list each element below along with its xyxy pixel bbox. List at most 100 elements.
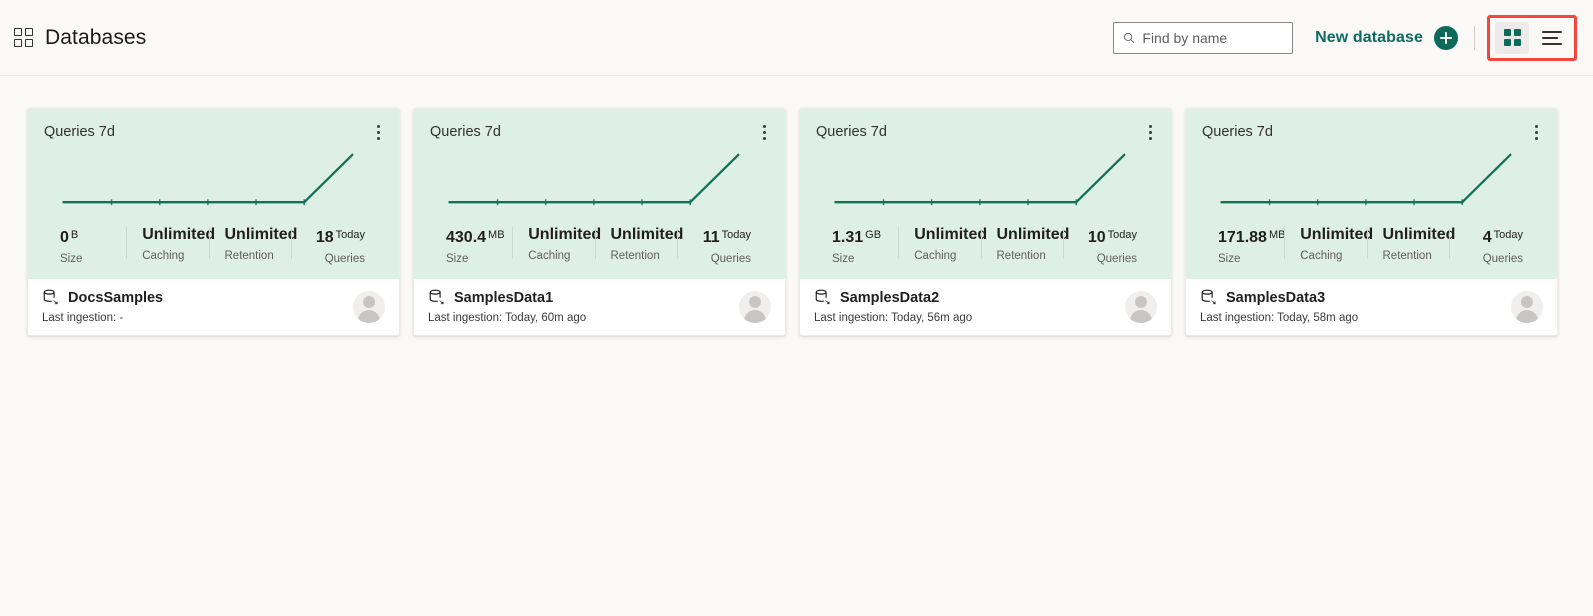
stat-value: 430.4 MB — [446, 229, 505, 246]
stat-caching: Unlimited Caching — [1284, 224, 1374, 265]
stat-value: Unlimited — [914, 226, 988, 243]
card-chart-section: Queries 7d 430.4 MB Size Unlimited Caching Un… — [414, 109, 785, 279]
database-card-grid: Queries 7d 0 B Size Unlimited Caching Unlimit… — [0, 76, 1593, 336]
toolbar-divider — [1474, 25, 1475, 50]
stat-retention: Unlimited Retention — [208, 224, 298, 265]
sparkline-svg — [1220, 153, 1512, 206]
stat-value: Unlimited — [1300, 226, 1374, 243]
card-chart-title: Queries 7d — [44, 124, 115, 140]
database-name: DocsSamples — [68, 290, 164, 306]
grid-view-button[interactable] — [1495, 21, 1529, 54]
stat-caching: Unlimited Caching — [512, 224, 602, 265]
last-ingestion-text: Last ingestion: - — [42, 312, 124, 324]
stat-label: Queries — [1482, 253, 1523, 265]
stat-value: Unlimited — [224, 226, 298, 243]
database-card[interactable]: Queries 7d 171.88 MB Size Unlimited Caching U… — [1185, 108, 1558, 336]
card-chart-title: Queries 7d — [430, 124, 501, 140]
stat-unit: MB — [1268, 229, 1286, 241]
database-meta: DocsSamples Last ingestion: - — [42, 289, 353, 324]
avatar — [1125, 290, 1157, 323]
stat-unit: Today — [1493, 229, 1523, 241]
avatar — [353, 290, 385, 323]
database-meta: SamplesData3 Last ingestion: Today, 58m … — [1200, 289, 1511, 324]
stat-label: Queries — [710, 253, 751, 265]
stat-unit: GB — [865, 229, 882, 241]
sparkline-svg — [448, 153, 740, 206]
kebab-menu-icon[interactable] — [753, 119, 775, 145]
last-ingestion-text: Last ingestion: Today, 56m ago — [814, 312, 973, 324]
list-view-button[interactable] — [1535, 22, 1569, 54]
stat-unit: Today — [721, 229, 751, 241]
stat-queries: 4 Today Queries — [1448, 224, 1541, 265]
last-ingestion-text: Last ingestion: Today, 60m ago — [428, 312, 587, 324]
grid-icon — [14, 28, 33, 47]
stat-value: 11 Today — [702, 229, 751, 246]
stat-queries: 11 Today Queries — [676, 224, 769, 265]
stat-label: Caching — [914, 250, 957, 262]
stat-value: 171.88 MB — [1218, 229, 1286, 246]
kebab-menu-icon[interactable] — [367, 119, 389, 145]
card-chart-title: Queries 7d — [1202, 124, 1273, 140]
stat-label: Queries — [1096, 253, 1137, 265]
stat-value: Unlimited — [996, 226, 1070, 243]
new-database-label: New database — [1315, 28, 1423, 46]
card-footer: SamplesData3 Last ingestion: Today, 58m … — [1186, 279, 1557, 335]
database-icon — [43, 289, 58, 305]
database-name: SamplesData3 — [1226, 290, 1326, 306]
stat-unit: MB — [488, 229, 505, 241]
database-card[interactable]: Queries 7d 430.4 MB Size Unlimited Caching Un… — [413, 108, 786, 336]
stat-label: Size — [446, 253, 469, 265]
stat-label: Retention — [224, 250, 274, 262]
card-footer: SamplesData2 Last ingestion: Today, 56m … — [800, 279, 1171, 335]
stat-label: Retention — [996, 250, 1046, 262]
stat-caching: Unlimited Caching — [898, 224, 988, 265]
stat-size: 0 B Size — [44, 224, 126, 265]
search-box[interactable] — [1113, 21, 1294, 54]
queries-sparkline — [44, 140, 383, 218]
database-meta: SamplesData2 Last ingestion: Today, 56m … — [814, 289, 1125, 324]
database-meta: SamplesData1 Last ingestion: Today, 60m … — [428, 289, 739, 324]
plus-circle-icon — [1434, 25, 1458, 50]
kebab-menu-icon[interactable] — [1525, 119, 1547, 145]
stat-retention: Unlimited Retention — [980, 224, 1070, 265]
search-icon — [1124, 32, 1135, 43]
avatar — [1511, 290, 1543, 323]
card-stats-row: 0 B Size Unlimited Caching Unlimited Retention… — [44, 218, 383, 279]
card-stats-row: 1.31 GB Size Unlimited Caching Unlimited Reten… — [816, 218, 1155, 279]
database-name-row: DocsSamples — [42, 289, 353, 307]
stat-value: 18 Today — [315, 229, 365, 246]
database-name-row: SamplesData3 — [1200, 289, 1511, 307]
stat-value: Unlimited — [1382, 226, 1456, 243]
stat-label: Caching — [142, 250, 185, 262]
stat-retention: Unlimited Retention — [594, 224, 683, 265]
stat-unit: B — [70, 229, 79, 241]
top-toolbar: Databases New database — [0, 0, 1593, 76]
card-chart-section: Queries 7d 171.88 MB Size Unlimited Caching U… — [1186, 109, 1557, 279]
card-chart-section: Queries 7d 1.31 GB Size Unlimited Caching Unl… — [800, 109, 1171, 279]
new-database-button[interactable]: New database — [1315, 25, 1458, 50]
queries-sparkline — [430, 140, 769, 218]
page-title: Databases — [45, 25, 147, 49]
stat-unit: Today — [1107, 229, 1137, 241]
database-name-row: SamplesData2 — [814, 289, 1125, 307]
database-card[interactable]: Queries 7d 0 B Size Unlimited Caching Unlimit… — [27, 108, 400, 336]
page-title-group: Databases — [14, 26, 146, 50]
stat-label: Size — [60, 253, 83, 265]
search-input[interactable] — [1142, 29, 1284, 46]
kebab-menu-icon[interactable] — [1139, 119, 1161, 145]
queries-sparkline — [1202, 140, 1541, 218]
database-card[interactable]: Queries 7d 1.31 GB Size Unlimited Caching Unl… — [799, 108, 1172, 336]
database-name: SamplesData1 — [454, 290, 554, 306]
list-view-icon — [1542, 30, 1562, 45]
view-toggle-group — [1487, 14, 1577, 61]
stat-value: Unlimited — [142, 226, 216, 243]
queries-sparkline — [816, 140, 1155, 218]
stat-queries: 10 Today Queries — [1062, 224, 1155, 265]
stat-value: Unlimited — [528, 226, 602, 243]
card-chart-title: Queries 7d — [816, 124, 887, 140]
stat-label: Caching — [1300, 250, 1343, 262]
database-icon — [815, 289, 830, 305]
stat-value: 4 Today — [1482, 229, 1523, 246]
stat-label: Size — [832, 253, 855, 265]
avatar — [739, 290, 771, 323]
